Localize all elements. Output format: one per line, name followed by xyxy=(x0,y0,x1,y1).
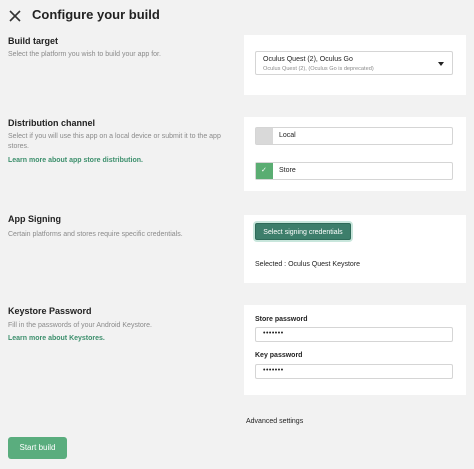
selected-keystore: Selected : Oculus Quest Keystore xyxy=(255,261,361,268)
select-signing-credentials-button[interactable]: Select signing credentials xyxy=(255,223,351,240)
key-password-value: ••••••• xyxy=(263,367,284,374)
app-signing-description: Certain platforms and stores require spe… xyxy=(8,231,183,238)
local-option[interactable]: Local xyxy=(255,127,453,145)
platform-select-value: Oculus Quest (2), Oculus Go xyxy=(263,56,353,63)
store-label: Store xyxy=(279,167,296,174)
key-password-input[interactable]: ••••••• xyxy=(255,364,453,379)
key-password-label: Key password xyxy=(255,352,303,359)
distribution-description: Select if you will use this app on a loc… xyxy=(8,133,221,150)
local-checkbox[interactable] xyxy=(256,128,273,144)
local-label: Local xyxy=(279,132,296,139)
header: Configure your build xyxy=(0,0,474,34)
build-target-panel: Oculus Quest (2), Oculus Go Oculus Quest… xyxy=(244,35,466,95)
start-build-button[interactable]: Start build xyxy=(8,437,67,459)
build-target-title: Build target xyxy=(8,36,59,46)
store-checkbox[interactable]: ✓ xyxy=(256,163,273,179)
keystore-panel: Store password ••••••• Key password ••••… xyxy=(244,305,466,395)
app-signing-title: App Signing xyxy=(8,214,61,224)
keystore-description: Fill in the passwords of your Android Ke… xyxy=(8,322,152,329)
build-target-description: Select the platform you wish to build yo… xyxy=(8,51,161,58)
app-store-distribution-link[interactable]: Learn more about app store distribution. xyxy=(8,157,143,164)
keystores-link[interactable]: Learn more about Keystores. xyxy=(8,335,105,342)
check-icon: ✓ xyxy=(261,167,267,174)
advanced-settings-link[interactable]: Advanced settings xyxy=(246,418,303,425)
store-option[interactable]: ✓ Store xyxy=(255,162,453,180)
page-title: Configure your build xyxy=(32,7,160,22)
keystore-title: Keystore Password xyxy=(8,306,92,316)
store-password-label: Store password xyxy=(255,316,308,323)
app-signing-panel: Select signing credentials Selected : Oc… xyxy=(244,215,466,283)
close-icon[interactable] xyxy=(8,9,22,23)
platform-select-subtext: Oculus Quest (2), (Oculus Go is deprecat… xyxy=(263,66,374,72)
platform-select[interactable]: Oculus Quest (2), Oculus Go Oculus Quest… xyxy=(255,51,453,75)
store-password-value: ••••••• xyxy=(263,330,284,337)
distribution-panel: Local ✓ Store xyxy=(244,117,466,191)
store-password-input[interactable]: ••••••• xyxy=(255,327,453,342)
chevron-down-icon xyxy=(438,62,444,66)
distribution-title: Distribution channel xyxy=(8,118,96,128)
